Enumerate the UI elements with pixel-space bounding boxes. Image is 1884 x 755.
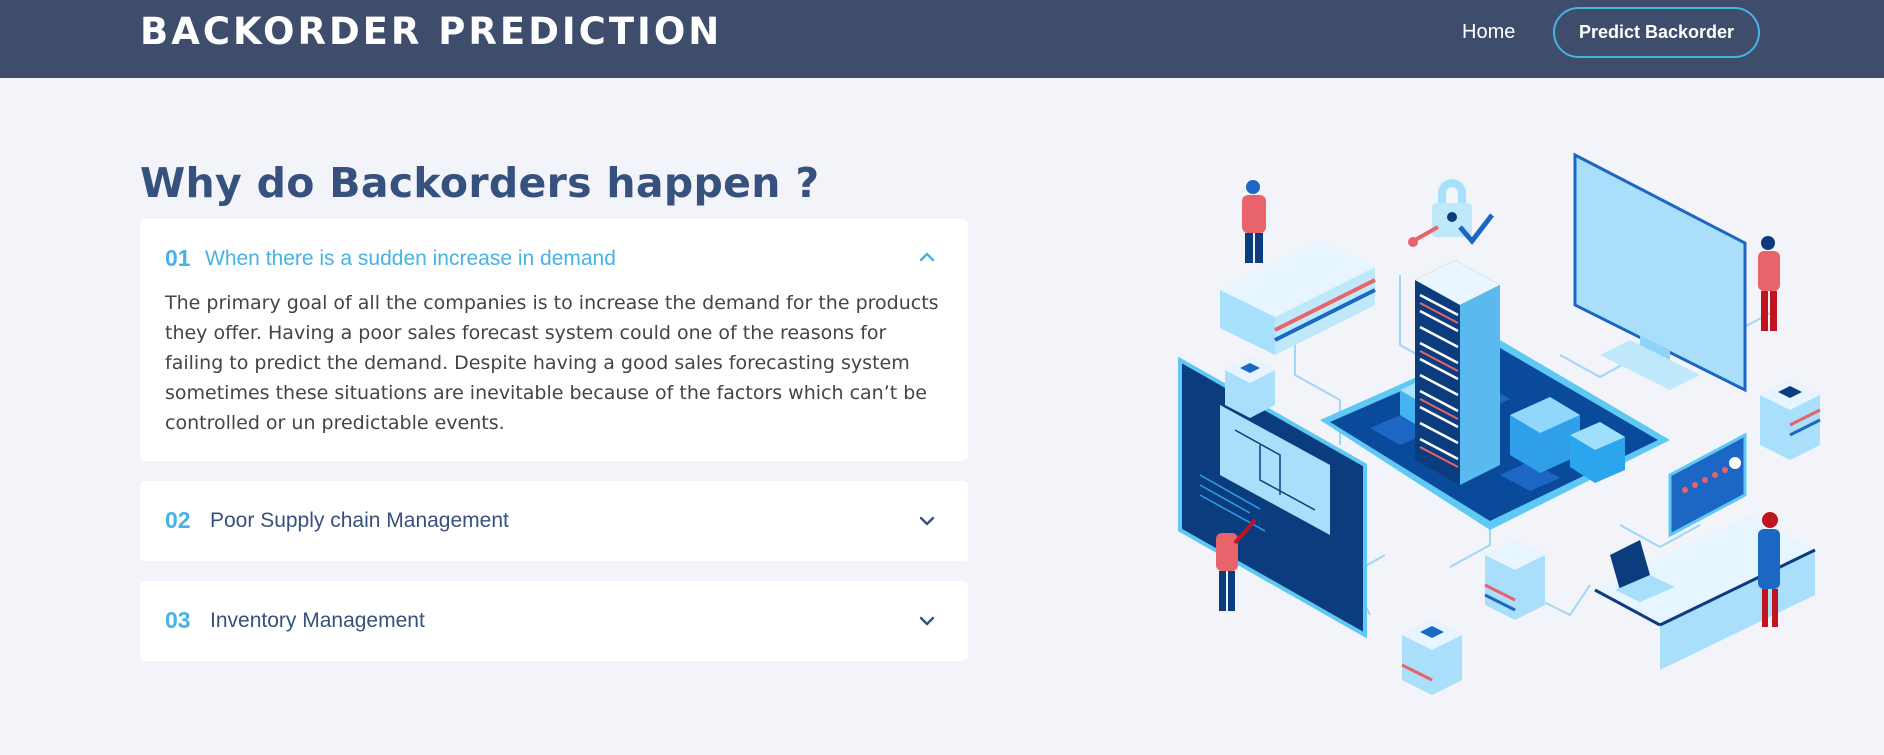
person-figure <box>1758 236 1780 331</box>
faq-item-number: 03 <box>165 607 191 633</box>
isometric-city-illustration <box>1178 152 1821 695</box>
faq-item: 02 Poor Supply chain Management <box>140 481 968 561</box>
review-screen <box>1668 432 1747 538</box>
faq-item: 01 When there is a sudden increase in de… <box>140 219 968 461</box>
faq-item-header[interactable]: 02 Poor Supply chain Management <box>140 481 968 561</box>
data-cube <box>1401 620 1462 695</box>
faq-item-question[interactable]: When there is a sudden increase in deman… <box>205 245 616 273</box>
site-logo[interactable]: BACKORDER PREDICTION <box>140 10 722 54</box>
section-title: Why do Backorders happen ? <box>140 159 820 207</box>
faq-item-question[interactable]: Poor Supply chain Management <box>210 507 509 535</box>
padlock-icon <box>1408 179 1494 247</box>
faq-item-number: 02 <box>165 507 191 533</box>
nav-home-link[interactable]: Home <box>1462 19 1515 45</box>
faq-item-answer: The primary goal of all the companies is… <box>165 292 939 434</box>
work-desk <box>1594 515 1816 670</box>
chevron-up-icon[interactable] <box>918 248 936 266</box>
faq-item-header[interactable]: 01 When there is a sudden increase in de… <box>140 219 968 299</box>
predict-backorder-button[interactable]: Predict Backorder <box>1553 7 1760 58</box>
person-figure <box>1242 180 1266 263</box>
monitor <box>1573 152 1747 393</box>
chevron-down-icon[interactable] <box>918 512 936 530</box>
site-header: BACKORDER PREDICTION Home Predict Backor… <box>0 0 1884 78</box>
faq-item: 03 Inventory Management <box>140 581 968 661</box>
reception-desk <box>1220 240 1376 355</box>
faq-item-question[interactable]: Inventory Management <box>210 607 425 635</box>
hero-illustration <box>1170 145 1840 695</box>
data-cube <box>1225 357 1275 418</box>
faq-item-header[interactable]: 03 Inventory Management <box>140 581 968 661</box>
data-cube <box>1484 540 1545 620</box>
skyscraper <box>1415 260 1500 485</box>
chevron-down-icon[interactable] <box>918 612 936 630</box>
data-cube <box>1760 380 1821 460</box>
faq-item-number: 01 <box>165 245 191 271</box>
